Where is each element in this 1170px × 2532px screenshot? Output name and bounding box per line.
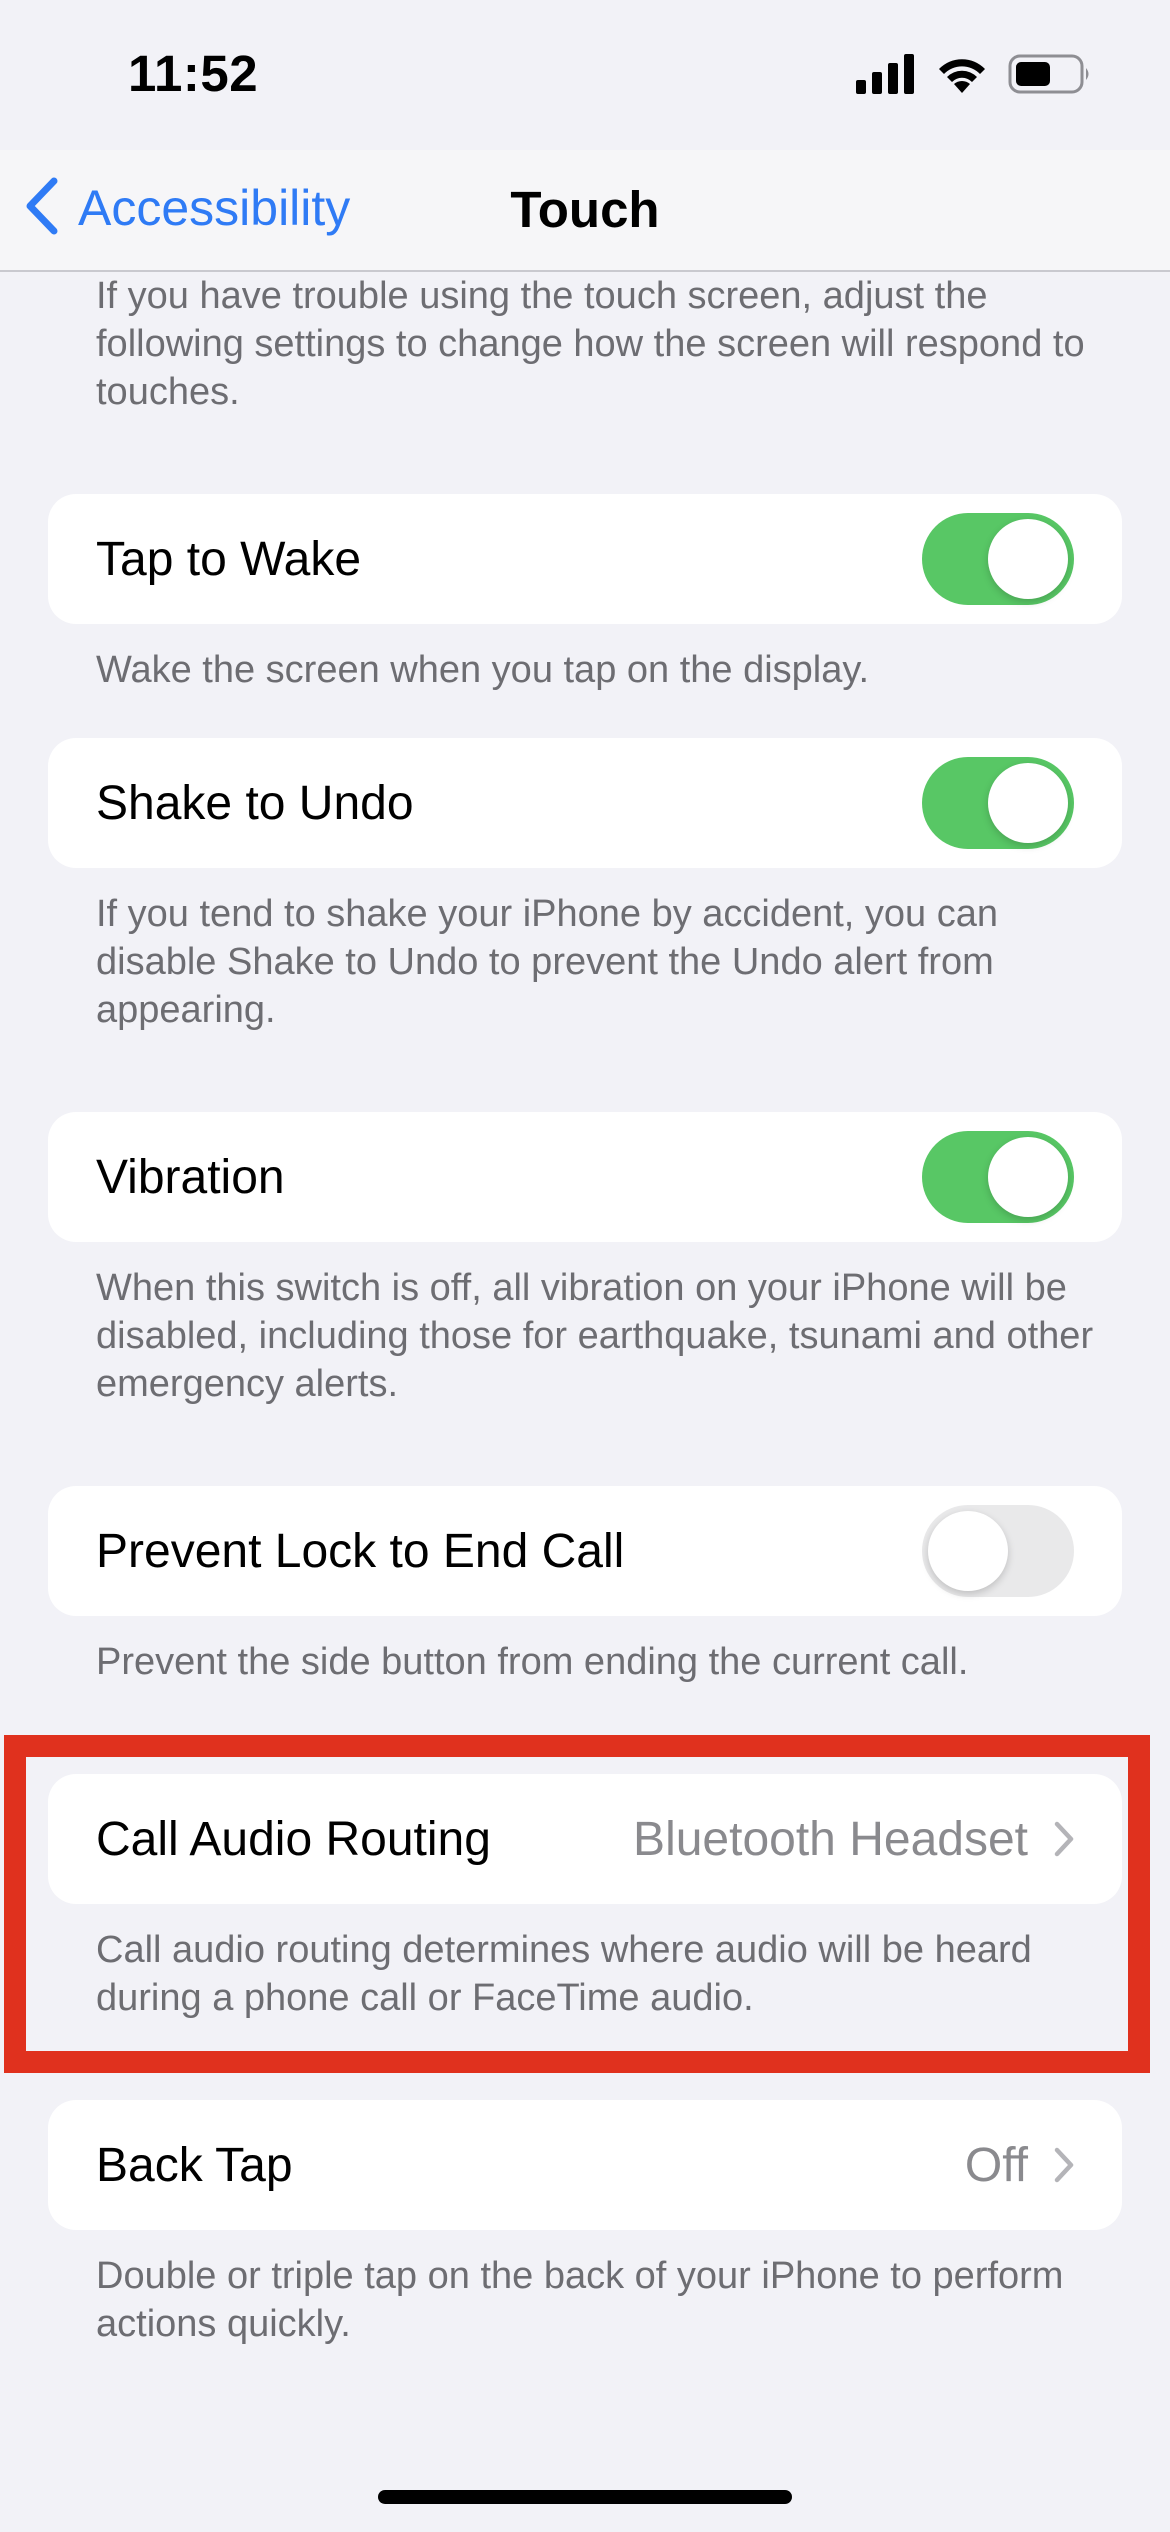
setting-footer: Call audio routing determines where audi… bbox=[96, 1929, 1032, 2019]
setting-row-back-tap[interactable]: Back Tap Off bbox=[48, 2100, 1122, 2230]
setting-value: Bluetooth Headset bbox=[633, 1812, 1028, 1866]
page-title: Touch bbox=[510, 181, 660, 238]
status-icons bbox=[856, 53, 1092, 100]
status-time: 11:52 bbox=[128, 45, 259, 102]
toggle-knob bbox=[988, 1137, 1068, 1217]
status-bar: 11:52 bbox=[0, 0, 1170, 150]
toggle-knob bbox=[988, 519, 1068, 599]
battery-icon bbox=[1008, 53, 1092, 100]
setting-footer: Prevent the side button from ending the … bbox=[96, 1641, 969, 1683]
setting-footer: When this switch is off, all vibration o… bbox=[96, 1267, 1094, 1405]
setting-row-call-audio-routing[interactable]: Call Audio Routing Bluetooth Headset bbox=[48, 1774, 1122, 1904]
setting-footer: Wake the screen when you tap on the disp… bbox=[96, 649, 870, 691]
setting-label: Prevent Lock to End Call bbox=[96, 1524, 625, 1578]
shake-to-undo-toggle[interactable] bbox=[922, 757, 1074, 849]
setting-label: Shake to Undo bbox=[96, 776, 414, 830]
setting-row-shake-to-undo: Shake to Undo bbox=[48, 738, 1122, 868]
cellular-signal-icon bbox=[856, 53, 916, 99]
setting-row-prevent-lock: Prevent Lock to End Call bbox=[48, 1486, 1122, 1616]
prevent-lock-toggle[interactable] bbox=[922, 1505, 1074, 1597]
toggle-knob bbox=[928, 1511, 1008, 1591]
setting-row-vibration: Vibration bbox=[48, 1112, 1122, 1242]
chevron-right-icon bbox=[1054, 1821, 1074, 1857]
wifi-icon bbox=[934, 53, 990, 100]
setting-label: Back Tap bbox=[96, 2138, 293, 2192]
toggle-knob bbox=[988, 763, 1068, 843]
setting-footer: Double or triple tap on the back of your… bbox=[96, 2255, 1064, 2345]
chevron-right-icon bbox=[1054, 2147, 1074, 2183]
intro-text: If you have trouble using the touch scre… bbox=[96, 275, 1085, 413]
setting-row-tap-to-wake: Tap to Wake bbox=[48, 494, 1122, 624]
setting-footer: If you tend to shake your iPhone by acci… bbox=[96, 893, 999, 1031]
tap-to-wake-toggle[interactable] bbox=[922, 513, 1074, 605]
vibration-toggle[interactable] bbox=[922, 1131, 1074, 1223]
setting-label: Call Audio Routing bbox=[96, 1812, 491, 1866]
setting-label: Tap to Wake bbox=[96, 532, 362, 586]
navigation-bar: Accessibility Touch bbox=[0, 150, 1170, 272]
home-indicator[interactable] bbox=[378, 2490, 792, 2504]
setting-value: Off bbox=[964, 2138, 1028, 2192]
setting-label: Vibration bbox=[96, 1150, 285, 1204]
settings-content: If you have trouble using the touch scre… bbox=[0, 272, 1170, 2348]
